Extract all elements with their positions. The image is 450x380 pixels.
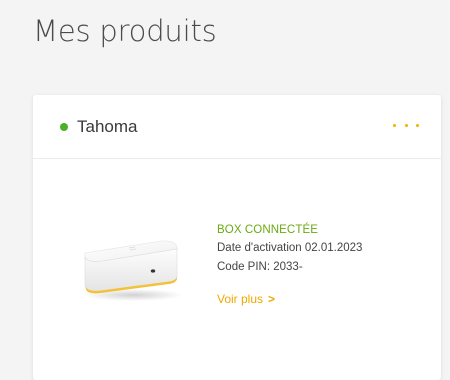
see-more-label: Voir plus: [217, 292, 264, 306]
chevron-right-icon: >: [268, 292, 276, 306]
product-card: Tahoma BOX CONNECTÉE Date d'activation 0…: [33, 95, 441, 380]
pin-code: Code PIN: 2033-: [217, 261, 303, 273]
tahoma-box-image: [83, 240, 183, 301]
product-type: BOX CONNECTÉE: [217, 224, 318, 236]
product-name: Tahoma: [77, 117, 138, 136]
more-options-icon[interactable]: [393, 117, 419, 133]
status-dot: [60, 123, 68, 131]
product-info: BOX CONNECTÉE Date d'activation 02.01.20…: [217, 221, 362, 308]
see-more-link[interactable]: Voir plus >: [217, 292, 275, 306]
page-title: Mes produits: [33, 14, 217, 48]
activation-date: Date d'activation 02.01.2023: [217, 242, 363, 254]
product-card-header: Tahoma: [33, 95, 441, 159]
